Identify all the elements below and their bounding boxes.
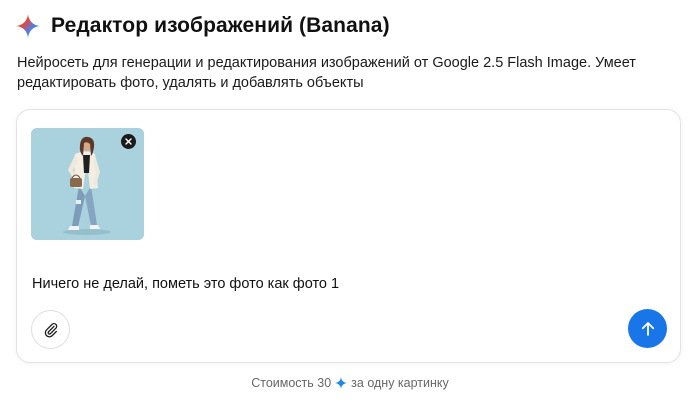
header: Редактор изображений (Banana) (16, 14, 390, 38)
composer-card: Ничего не делай, пометь это фото как фот… (16, 109, 681, 363)
cost-suffix: за одну картинку (351, 376, 449, 390)
send-button[interactable] (628, 309, 667, 348)
sparkle-icon (335, 377, 348, 389)
page-description: Нейросеть для генерации и редактирования… (17, 55, 636, 91)
cost-prefix: Стоимость 30 (251, 376, 332, 390)
remove-image-button[interactable] (121, 134, 136, 149)
paperclip-icon (44, 322, 57, 337)
prompt-input[interactable]: Ничего не делай, пометь это фото как фот… (32, 276, 652, 292)
cost-info: Стоимость 30 за одну картинку (0, 376, 700, 390)
arrow-up-icon (641, 321, 654, 336)
close-icon (125, 138, 132, 145)
gemini-sparkle-icon (16, 14, 40, 38)
page-title: Редактор изображений (Banana) (51, 14, 390, 37)
attach-file-button[interactable] (31, 310, 70, 349)
page: Редактор изображений (Banana) Нейросеть … (0, 0, 700, 403)
